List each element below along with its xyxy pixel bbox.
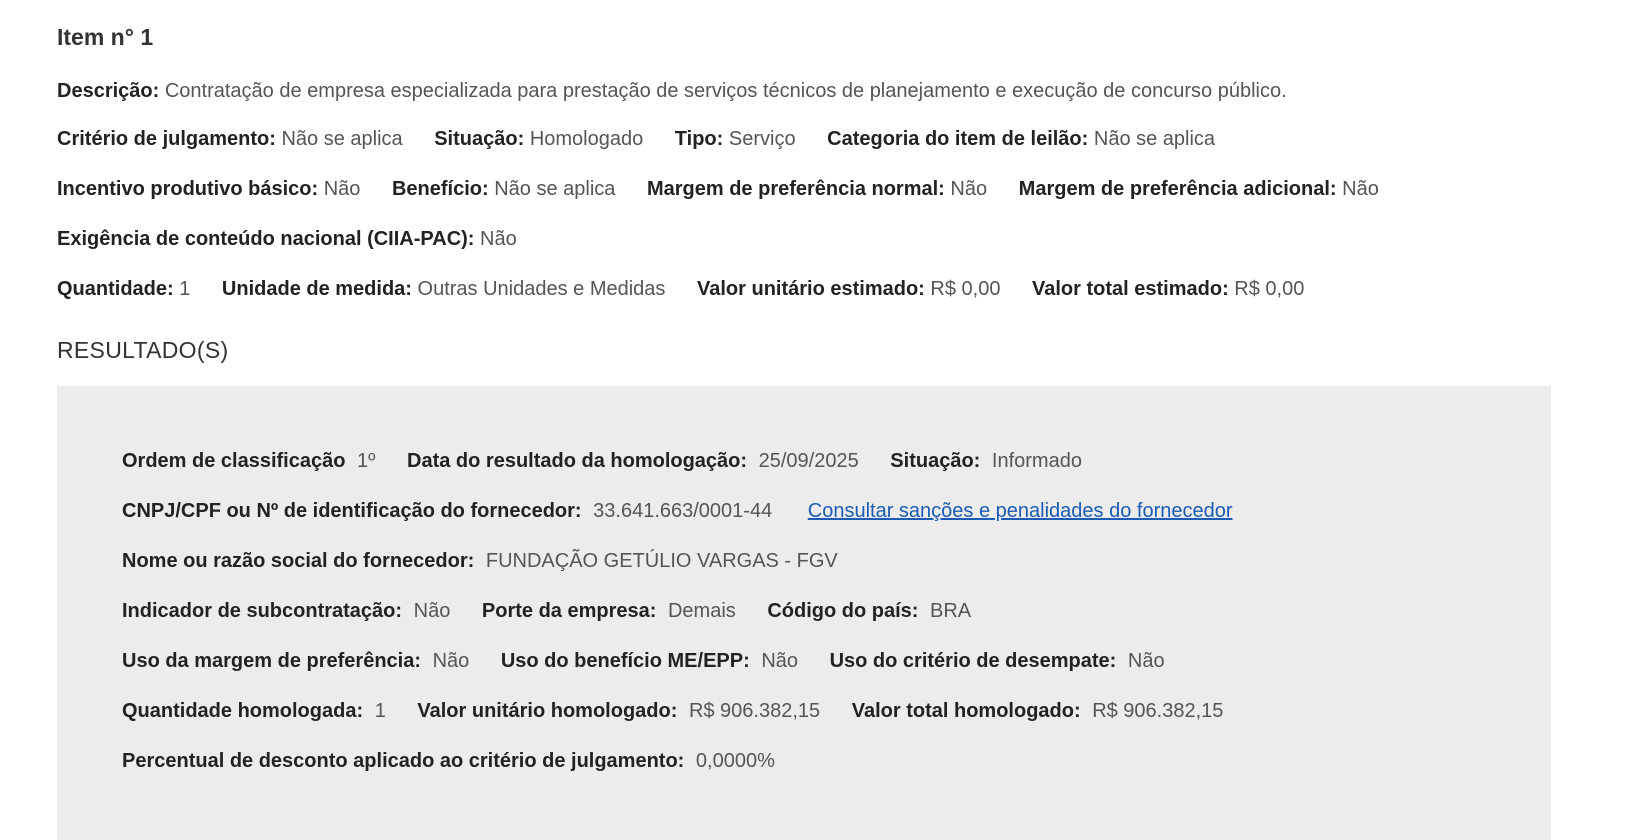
- criterio-field: Critério de julgamento: Não se aplica: [57, 128, 408, 150]
- valor-unitario-estimado-field: Valor unitário estimado: R$ 0,00: [697, 278, 1006, 300]
- cnpj-label: CNPJ/CPF ou Nº de identificação do forne…: [122, 500, 582, 522]
- ordem-value: 1º: [357, 450, 376, 472]
- criterio-line: Critério de julgamento: Não se aplica Si…: [57, 128, 1215, 151]
- uso-beneficio-field: Uso do benefício ME/EPP: Não: [501, 650, 804, 672]
- situacao-value: Homologado: [529, 128, 644, 150]
- exigencia-value: Não: [480, 228, 517, 250]
- margem-normal-field: Margem de preferência normal: Não: [647, 178, 993, 200]
- subcontratacao-line: Indicador de subcontratação: Não Porte d…: [122, 600, 997, 623]
- cnpj-field: CNPJ/CPF ou Nº de identificação do forne…: [122, 500, 778, 522]
- criterio-label: Critério de julgamento:: [57, 128, 276, 150]
- categoria-label: Categoria do item de leilão:: [827, 128, 1089, 150]
- beneficio-field: Benefício: Não se aplica: [392, 178, 621, 200]
- porte-label: Porte da empresa:: [481, 600, 657, 622]
- uso-desempate-value: Não: [1127, 650, 1165, 672]
- resultado-situacao-field: Situação: Informado: [890, 450, 1082, 472]
- exigencia-line: Exigência de conteúdo nacional (CIIA-PAC…: [57, 228, 517, 251]
- descricao-label: Descrição:: [57, 80, 160, 102]
- incentivo-field: Incentivo produtivo básico: Não: [57, 178, 366, 200]
- unidade-value: Outras Unidades e Medidas: [417, 278, 666, 300]
- criterio-value: Não se aplica: [281, 128, 403, 150]
- nome-value: FUNDAÇÃO GETÚLIO VARGAS - FGV: [485, 550, 838, 572]
- subcontratacao-value: Não: [413, 600, 451, 622]
- pais-value: BRA: [929, 600, 972, 622]
- valor-total-homologado-label: Valor total homologado:: [851, 700, 1081, 722]
- exigencia-label: Exigência de conteúdo nacional (CIIA-PAC…: [57, 228, 475, 250]
- percentual-label: Percentual de desconto aplicado ao crité…: [122, 750, 685, 772]
- uso-margem-value: Não: [432, 650, 470, 672]
- porte-value: Demais: [667, 600, 736, 622]
- valor-unitario-homologado-label: Valor unitário homologado:: [417, 700, 678, 722]
- data-homologacao-label: Data do resultado da homologação:: [407, 450, 748, 472]
- uso-desempate-field: Uso do critério de desempate: Não: [830, 650, 1165, 672]
- incentivo-value: Não: [323, 178, 361, 200]
- porte-field: Porte da empresa: Demais: [482, 600, 741, 622]
- valor-total-estimado-field: Valor total estimado: R$ 0,00: [1032, 278, 1304, 300]
- uso-beneficio-label: Uso do benefício ME/EPP:: [500, 650, 750, 672]
- categoria-value: Não se aplica: [1093, 128, 1216, 150]
- beneficio-label: Benefício:: [391, 178, 489, 200]
- tipo-field: Tipo: Serviço: [675, 128, 801, 150]
- valor-unitario-homologado-value: R$ 906.382,15: [688, 700, 821, 722]
- margem-adicional-label: Margem de preferência adicional:: [1018, 178, 1337, 200]
- uso-margem-line: Uso da margem de preferência: Não Uso do…: [122, 650, 1191, 673]
- uso-margem-field: Uso da margem de preferência: Não: [122, 650, 475, 672]
- nome-line: Nome ou razão social do fornecedor: FUND…: [122, 550, 838, 573]
- qtd-homologada-label: Quantidade homologada:: [122, 700, 364, 722]
- situacao-field: Situação: Homologado: [434, 128, 649, 150]
- data-homologacao-field: Data do resultado da homologação: 25/09/…: [407, 450, 864, 472]
- margem-adicional-value: Não: [1342, 178, 1379, 200]
- margem-normal-value: Não: [950, 178, 988, 200]
- margem-adicional-field: Margem de preferência adicional: Não: [1019, 178, 1379, 200]
- situacao-label: Situação:: [434, 128, 525, 150]
- descricao-value: Contratação de empresa especializada par…: [164, 80, 1287, 102]
- resultado-situacao-label: Situação:: [890, 450, 981, 472]
- result-panel: Ordem de classificação 1º Data do result…: [57, 386, 1551, 840]
- uso-beneficio-value: Não: [761, 650, 799, 672]
- item-title: Item n° 1: [57, 24, 154, 50]
- data-homologacao-value: 25/09/2025: [758, 450, 859, 472]
- uso-desempate-label: Uso do critério de desempate:: [829, 650, 1117, 672]
- incentivo-label: Incentivo produtivo básico:: [57, 178, 319, 200]
- percentual-line: Percentual de desconto aplicado ao crité…: [122, 750, 775, 773]
- unidade-label: Unidade de medida:: [221, 278, 412, 300]
- homologado-line: Quantidade homologada: 1 Valor unitário …: [122, 700, 1249, 723]
- quantidade-label: Quantidade:: [57, 278, 174, 300]
- valor-unitario-estimado-label: Valor unitário estimado:: [697, 278, 925, 300]
- qtd-homologada-field: Quantidade homologada: 1: [122, 700, 391, 722]
- categoria-field: Categoria do item de leilão: Não se apli…: [827, 128, 1215, 150]
- quantidade-value: 1: [179, 278, 191, 300]
- ordem-label: Ordem de classificação: [122, 450, 346, 472]
- valor-unitario-estimado-value: R$ 0,00: [930, 278, 1001, 300]
- pais-label: Código do país:: [767, 600, 919, 622]
- tipo-value: Serviço: [728, 128, 796, 150]
- ordem-field: Ordem de classificação 1º: [122, 450, 381, 472]
- valor-total-estimado-value: R$ 0,00: [1234, 278, 1305, 300]
- pais-field: Código do país: BRA: [767, 600, 971, 622]
- percentual-value: 0,0000%: [695, 750, 775, 772]
- incentivo-line: Incentivo produtivo básico: Não Benefíci…: [57, 178, 1379, 201]
- nome-label: Nome ou razão social do fornecedor:: [122, 550, 475, 572]
- ordem-line: Ordem de classificação 1º Data do result…: [122, 450, 1108, 473]
- descricao-line: Descrição: Contratação de empresa especi…: [57, 80, 1287, 103]
- valor-total-homologado-value: R$ 906.382,15: [1092, 700, 1224, 722]
- resultado-situacao-value: Informado: [991, 450, 1082, 472]
- quantidade-line: Quantidade: 1 Unidade de medida: Outras …: [57, 278, 1304, 301]
- cnpj-line: CNPJ/CPF ou Nº de identificação do forne…: [122, 500, 1233, 523]
- resultados-heading: RESULTADO(S): [57, 337, 229, 363]
- valor-unitario-homologado-field: Valor unitário homologado: R$ 906.382,15: [417, 700, 825, 722]
- consultar-sancoes-link[interactable]: Consultar sanções e penalidades do forne…: [808, 500, 1233, 522]
- quantidade-field: Quantidade: 1: [57, 278, 196, 300]
- beneficio-value: Não se aplica: [494, 178, 616, 200]
- unidade-field: Unidade de medida: Outras Unidades e Med…: [222, 278, 671, 300]
- tipo-label: Tipo:: [674, 128, 724, 150]
- subcontratacao-label: Indicador de subcontratação:: [122, 600, 403, 622]
- valor-total-estimado-label: Valor total estimado:: [1032, 278, 1229, 300]
- margem-normal-label: Margem de preferência normal:: [646, 178, 945, 200]
- cnpj-value: 33.641.663/0001-44: [593, 500, 773, 522]
- qtd-homologada-value: 1: [374, 700, 386, 722]
- valor-total-homologado-field: Valor total homologado: R$ 906.382,15: [852, 700, 1224, 722]
- subcontratacao-field: Indicador de subcontratação: Não: [122, 600, 456, 622]
- uso-margem-label: Uso da margem de preferência:: [122, 650, 421, 672]
